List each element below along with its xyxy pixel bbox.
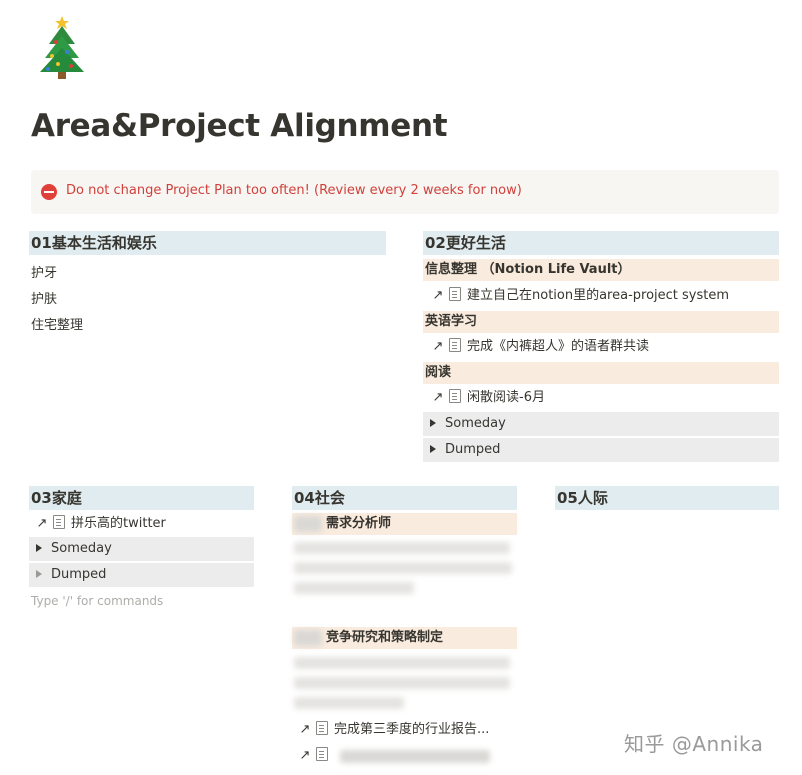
list-item[interactable]: 护肤 (31, 288, 57, 307)
heading-col1[interactable]: 01基本生活和娱乐 (29, 231, 386, 255)
redacted-text (294, 657, 510, 669)
list-item[interactable]: 护牙 (31, 262, 57, 281)
toggle-someday[interactable]: Someday (423, 412, 779, 436)
page-title[interactable]: Area&Project Alignment (31, 108, 448, 144)
christmas-tree-icon[interactable] (36, 14, 88, 80)
page-link[interactable]: ↗ 完成《内裤超人》的语者群共读 (430, 336, 649, 358)
link-arrow-icon: ↗ (299, 748, 311, 763)
redacted-text (294, 542, 510, 554)
toggle-dumped[interactable]: Dumped (423, 438, 779, 462)
subheading[interactable]: 阅读 (423, 362, 779, 384)
page-link[interactable]: ↗ 建立自己在notion里的area-project system (430, 285, 729, 307)
link-arrow-icon: ↗ (432, 288, 444, 303)
link-arrow-icon: ↗ (299, 722, 311, 737)
subheading[interactable]: 信息整理 （Notion Life Vault） (423, 259, 779, 281)
page-link-label: 完成第三季度的行业报告... (334, 722, 490, 737)
page-icon (449, 287, 461, 301)
page-link-label: 拼乐高的twitter (71, 516, 166, 531)
redacted-text (294, 582, 414, 594)
toggle-triangle-icon[interactable] (36, 544, 42, 552)
page-link[interactable]: ↗ (297, 745, 334, 767)
redacted-text (340, 750, 490, 763)
redacted-text (294, 697, 404, 709)
toggle-label: Someday (445, 416, 506, 431)
watermark: 知乎 @Annika (624, 732, 764, 756)
page-link[interactable]: ↗ 完成第三季度的行业报告... (297, 719, 489, 741)
heading-col2[interactable]: 02更好生活 (423, 231, 779, 255)
list-item[interactable]: 住宅整理 (31, 314, 83, 333)
callout-block[interactable]: Do not change Project Plan too often! (R… (31, 170, 779, 214)
page-icon (449, 389, 461, 403)
page-link-label: 完成《内裤超人》的语者群共读 (467, 339, 650, 354)
page-icon (449, 338, 461, 352)
page-icon (316, 721, 328, 735)
toggle-someday[interactable]: Someday (29, 537, 254, 561)
toggle-triangle-icon[interactable] (430, 419, 436, 427)
redacted-text (294, 516, 322, 532)
subheading[interactable]: 需求分析师 (292, 513, 517, 535)
page-link[interactable]: ↗ 闲散阅读-6月 (430, 387, 545, 409)
toggle-label: Dumped (51, 567, 107, 582)
redacted-text (294, 677, 510, 689)
no-entry-icon (41, 184, 57, 200)
toggle-dumped[interactable]: Dumped (29, 563, 254, 587)
toggle-triangle-icon[interactable] (36, 570, 42, 578)
subheading[interactable]: 英语学习 (423, 311, 779, 333)
subheading[interactable]: 竞争研究和策略制定 (292, 627, 517, 649)
toggle-label: Dumped (445, 442, 501, 457)
page-icon (53, 515, 65, 529)
toggle-label: Someday (51, 541, 112, 556)
page-link-label: 闲散阅读-6月 (467, 390, 545, 405)
callout-text: Do not change Project Plan too often! (R… (66, 183, 522, 198)
link-arrow-icon: ↗ (432, 339, 444, 354)
link-arrow-icon: ↗ (432, 390, 444, 405)
heading-col4[interactable]: 04社会 (292, 486, 517, 510)
heading-col5[interactable]: 05人际 (555, 486, 779, 510)
redacted-text (294, 630, 322, 646)
heading-col3[interactable]: 03家庭 (29, 486, 254, 510)
page-icon (316, 747, 328, 761)
toggle-triangle-icon[interactable] (430, 445, 436, 453)
page-link[interactable]: ↗ 拼乐高的twitter (34, 513, 166, 535)
command-placeholder[interactable]: Type '/' for commands (31, 594, 163, 608)
page-link-label: 建立自己在notion里的area-project system (467, 288, 730, 303)
link-arrow-icon: ↗ (36, 516, 48, 531)
redacted-text (294, 562, 512, 574)
